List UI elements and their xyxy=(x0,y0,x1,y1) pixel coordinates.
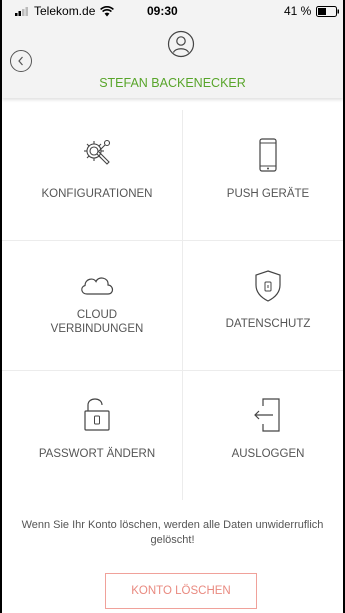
tile-push-geraete[interactable]: PUSH GERÄTE xyxy=(183,110,345,240)
header: Telekom.de 09:30 41 % STEFAN BACKENECKER xyxy=(2,0,343,98)
tile-label: AUSLOGGEN xyxy=(231,448,305,460)
delete-warning-text: Wenn Sie Ihr Konto löschen, werden alle … xyxy=(21,519,324,546)
tile-label-line: CLOUD xyxy=(76,309,118,321)
padlock-open-icon xyxy=(84,398,110,431)
settings-grid: KONFIGURATIONEN PUSH GERÄTE CLOUD VERBIN… xyxy=(2,110,343,500)
screen: Telekom.de 09:30 41 % STEFAN BACKENECKER… xyxy=(2,0,343,613)
carrier-name: Telekom.de xyxy=(34,4,96,18)
battery-icon xyxy=(316,6,339,17)
tile-cloud-verbindungen[interactable]: CLOUD VERBINDUNGEN xyxy=(12,240,182,370)
wifi-icon xyxy=(100,5,115,16)
tile-label: KONFIGURATIONEN xyxy=(41,188,153,200)
battery-percent: 41 % xyxy=(284,4,312,18)
tile-label: DATENSCHUTZ xyxy=(225,318,311,330)
logout-door-icon xyxy=(254,398,280,432)
tile-label-line: VERBINDUNGEN xyxy=(50,323,144,335)
cloud-icon xyxy=(81,277,114,295)
tile-datenschutz[interactable]: DATENSCHUTZ xyxy=(183,240,345,370)
smartphone-icon xyxy=(259,138,277,172)
delete-account-button[interactable]: KONTO LÖSCHEN xyxy=(105,573,257,609)
status-time: 09:30 xyxy=(147,4,178,18)
shield-lock-icon xyxy=(255,270,281,302)
tile-label: PUSH GERÄTE xyxy=(226,188,310,200)
tile-ausloggen[interactable]: AUSLOGGEN xyxy=(183,370,345,500)
status-bar: Telekom.de 09:30 41 % xyxy=(2,0,343,24)
user-name: STEFAN BACKENECKER xyxy=(99,76,246,90)
tile-label: PASSWORT ÄNDERN xyxy=(38,448,156,460)
signal-icon xyxy=(15,6,28,16)
status-left: Telekom.de xyxy=(15,4,115,18)
user-avatar-icon xyxy=(167,30,195,58)
chevron-left-icon xyxy=(18,56,23,66)
tile-label: CLOUD VERBINDUNGEN xyxy=(12,308,182,336)
back-button[interactable] xyxy=(10,50,32,72)
tile-konfigurationen[interactable]: KONFIGURATIONEN xyxy=(12,110,182,240)
gear-wrench-icon xyxy=(84,139,111,165)
tile-passwort-aendern[interactable]: PASSWORT ÄNDERN xyxy=(12,370,182,500)
